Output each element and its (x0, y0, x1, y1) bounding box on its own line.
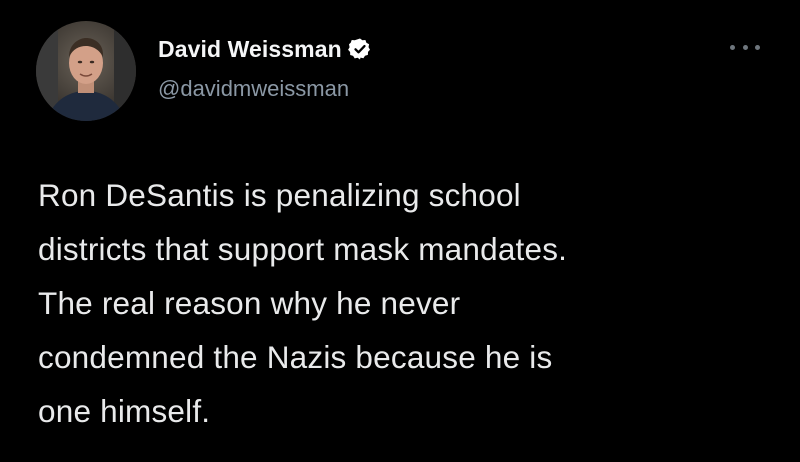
tweet-text-line: Ron DeSantis is penalizing school (38, 177, 521, 213)
tweet-card: David Weissman @davidmweissman Ron DeSan… (0, 0, 800, 462)
author-display-name[interactable]: David Weissman (158, 36, 342, 63)
ellipsis-icon (730, 44, 735, 50)
tweet-text-line: The real reason why he never (38, 285, 461, 321)
tweet-text-line: districts that support mask mandates. (38, 231, 568, 267)
author-name-row[interactable]: David Weissman (158, 34, 372, 64)
avatar[interactable] (36, 21, 136, 121)
tweet-text-line: one himself. (38, 393, 211, 429)
tweet-text-line: condemned the Nazis because he is (38, 339, 553, 375)
ellipsis-icon (742, 44, 748, 50)
more-options-button[interactable] (730, 40, 760, 54)
verified-badge-icon (347, 37, 372, 61)
profile-photo-icon (36, 21, 136, 121)
tweet-text: Ron DeSantis is penalizing school distri… (38, 168, 778, 438)
ellipsis-icon (755, 44, 760, 50)
author-handle[interactable]: @davidmweissman (158, 76, 349, 102)
